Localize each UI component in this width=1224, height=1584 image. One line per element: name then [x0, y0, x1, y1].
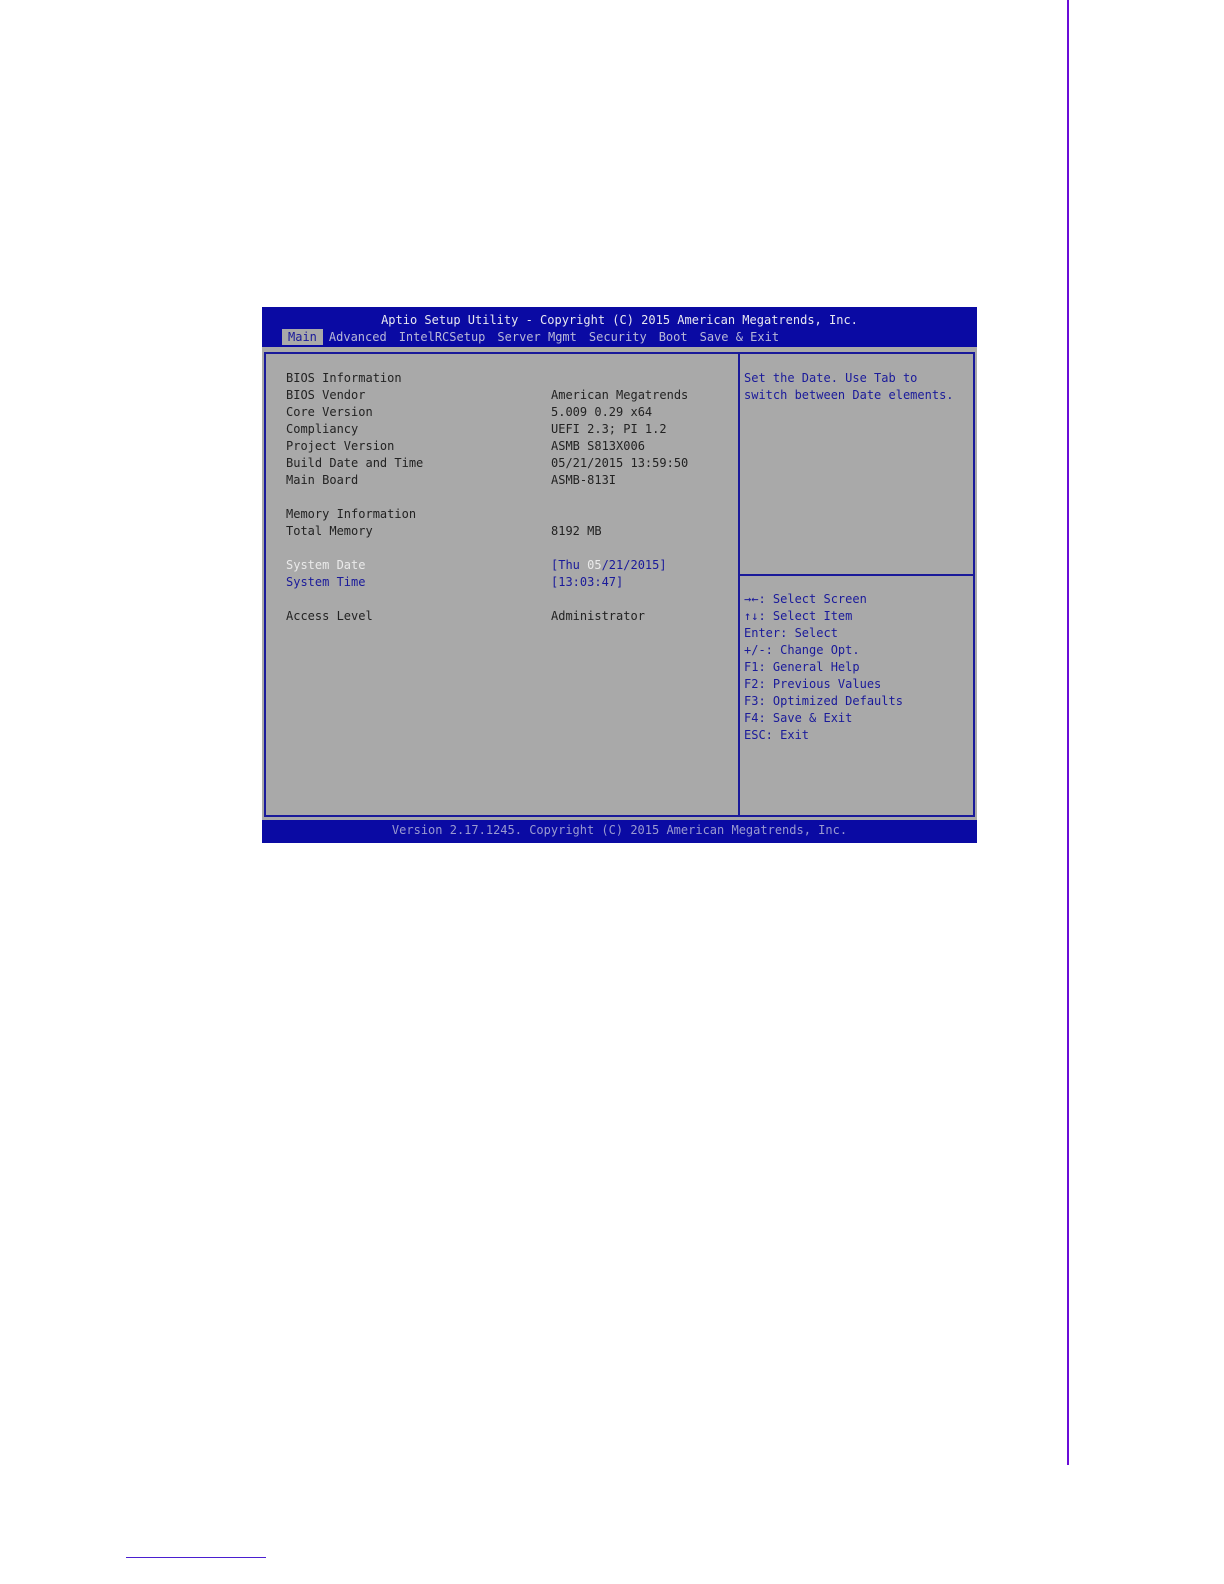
- main-board-value: ASMB-813I: [551, 473, 617, 487]
- footer-rule: [126, 1557, 266, 1558]
- tab-server-mgmt[interactable]: Server Mgmt: [491, 329, 582, 345]
- bios-screenshot: Aptio Setup Utility - Copyright (C) 2015…: [262, 307, 977, 843]
- memory-info-heading: Memory Information: [286, 507, 417, 521]
- system-time-label[interactable]: System Time: [286, 575, 365, 589]
- compliancy-value: UEFI 2.3; PI 1.2: [551, 422, 667, 436]
- key-select-item: ↑↓: Select Item: [744, 609, 853, 623]
- access-level-value: Administrator: [551, 609, 645, 623]
- main-board-label: Main Board: [286, 473, 359, 487]
- bios-main-frame: BIOS Information BIOS Vendor American Me…: [264, 352, 975, 817]
- system-time-field[interactable]: [13:03:47]: [551, 575, 623, 589]
- system-date-field[interactable]: [Thu 05/21/2015]: [551, 558, 667, 572]
- bios-vendor-value: American Megatrends: [551, 388, 689, 402]
- bios-version-text: Version 2.17.1245. Copyright (C) 2015 Am…: [391, 823, 848, 837]
- system-date-suffix: /21/2015]: [601, 558, 667, 572]
- bios-menu-tabs: Main Advanced IntelRCSetup Server Mgmt S…: [282, 329, 785, 345]
- total-memory-value: 8192 MB: [551, 524, 602, 538]
- project-version-label: Project Version: [286, 439, 395, 453]
- compliancy-label: Compliancy: [286, 422, 359, 436]
- key-save-exit: F4: Save & Exit: [744, 711, 853, 725]
- total-memory-label: Total Memory: [286, 524, 373, 538]
- page-margin-rule: [1067, 0, 1069, 1465]
- tab-boot[interactable]: Boot: [653, 329, 694, 345]
- access-level-label: Access Level: [286, 609, 373, 623]
- tab-save-exit[interactable]: Save & Exit: [694, 329, 785, 345]
- key-change-opt: +/-: Change Opt.: [744, 643, 860, 657]
- core-version-label: Core Version: [286, 405, 373, 419]
- panel-divider-vertical: [738, 354, 740, 815]
- system-date-label[interactable]: System Date: [286, 558, 365, 572]
- bios-title: Aptio Setup Utility - Copyright (C) 2015…: [381, 313, 858, 327]
- tab-main[interactable]: Main: [282, 329, 323, 345]
- key-enter-select: Enter: Select: [744, 626, 838, 640]
- bios-status-bar: Version 2.17.1245. Copyright (C) 2015 Am…: [262, 820, 977, 843]
- key-esc-exit: ESC: Exit: [744, 728, 810, 742]
- tab-advanced[interactable]: Advanced: [323, 329, 393, 345]
- bios-info-heading: BIOS Information: [286, 371, 402, 385]
- key-select-screen: →←: Select Screen: [744, 592, 867, 606]
- system-date-prefix: [Thu: [551, 558, 588, 572]
- system-date-month-selected[interactable]: 05: [587, 558, 601, 572]
- build-date-label: Build Date and Time: [286, 456, 424, 470]
- panel-divider-horizontal: [740, 574, 973, 576]
- key-optimized-defaults: F3: Optimized Defaults: [744, 694, 903, 708]
- key-general-help: F1: General Help: [744, 660, 860, 674]
- help-text-line-2: switch between Date elements.: [744, 388, 954, 402]
- core-version-value: 5.009 0.29 x64: [551, 405, 653, 419]
- project-version-value: ASMB S813X006: [551, 439, 645, 453]
- bios-title-bar: Aptio Setup Utility - Copyright (C) 2015…: [262, 307, 977, 347]
- build-date-value: 05/21/2015 13:59:50: [551, 456, 689, 470]
- tab-security[interactable]: Security: [583, 329, 653, 345]
- key-previous-values: F2: Previous Values: [744, 677, 882, 691]
- tab-intelrcsetup[interactable]: IntelRCSetup: [393, 329, 492, 345]
- help-text-line-1: Set the Date. Use Tab to: [744, 371, 918, 385]
- bios-vendor-label: BIOS Vendor: [286, 388, 366, 402]
